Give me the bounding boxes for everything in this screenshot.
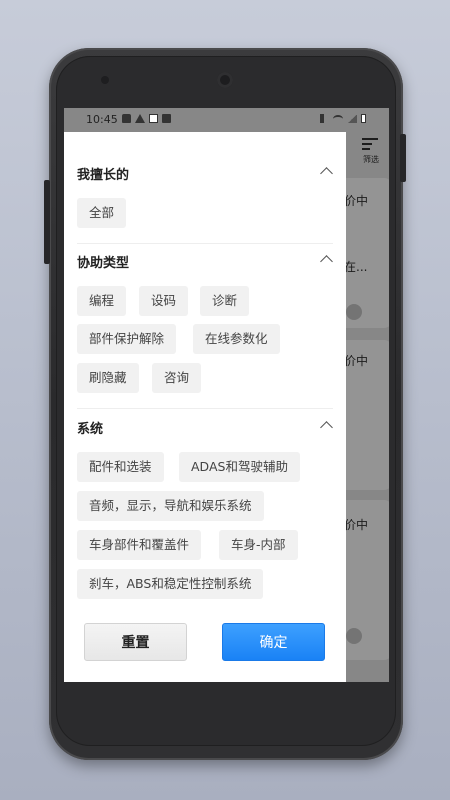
- filter-tag[interactable]: 诊断: [200, 286, 250, 316]
- section-title: 系统: [77, 422, 104, 437]
- filter-tag[interactable]: 车身部件和覆盖件: [77, 530, 202, 560]
- wifi-icon: [333, 114, 343, 123]
- divider: [77, 408, 333, 409]
- filter-tag[interactable]: 配件和选装: [77, 452, 164, 482]
- document-icon: [162, 114, 171, 123]
- section-system: 系统: [77, 416, 333, 440]
- warning-icon: [135, 114, 145, 123]
- signal-icon: [347, 114, 357, 123]
- chevron-up-icon[interactable]: [320, 255, 333, 268]
- section-title: 我擅长的: [77, 168, 130, 183]
- filter-tag[interactable]: 咨询: [152, 363, 202, 393]
- filter-tag[interactable]: 部件保护解除: [77, 324, 177, 354]
- filter-tag[interactable]: 设码: [139, 286, 189, 316]
- filter-tag[interactable]: 刷隐藏: [77, 363, 139, 393]
- chevron-up-icon[interactable]: [320, 167, 333, 180]
- filter-tag[interactable]: 音频，显示，导航和娱乐系统: [77, 491, 264, 521]
- divider: [77, 243, 333, 244]
- volume-button: [44, 180, 50, 264]
- filter-tag[interactable]: 在线参数化: [193, 324, 280, 354]
- chevron-up-icon[interactable]: [320, 421, 333, 434]
- front-camera: [101, 76, 109, 84]
- battery-icon: [361, 114, 366, 123]
- image-icon: [149, 114, 158, 123]
- section-title: 协助类型: [77, 256, 130, 271]
- power-button: [400, 134, 406, 182]
- phone-screen: 筛选 价中 在... 价中 价中 10:45 我擅长的 全部 协助类型 编程 设…: [64, 108, 389, 682]
- status-time: 10:45: [86, 113, 118, 126]
- earpiece-speaker: [217, 72, 233, 88]
- reset-button[interactable]: 重置: [84, 623, 187, 661]
- section-header[interactable]: 我擅长的: [77, 162, 333, 186]
- filter-panel: 我擅长的 全部 协助类型 编程 设码 诊断 部件保护解除 在线参数化 刷隐藏 咨…: [64, 132, 346, 682]
- status-bar: 10:45: [64, 108, 389, 132]
- confirm-button[interactable]: 确定: [222, 623, 325, 661]
- bag-icon: [122, 114, 131, 123]
- filter-tag[interactable]: 车身-内部: [219, 530, 298, 560]
- filter-tag[interactable]: ADAS和驾驶辅助: [179, 452, 300, 482]
- filter-tag[interactable]: 刹车，ABS和稳定性控制系统: [77, 569, 264, 599]
- mute-icon: [320, 114, 329, 123]
- section-expertise: 我擅长的: [77, 162, 333, 186]
- section-header[interactable]: 协助类型: [77, 250, 333, 274]
- filter-tag[interactable]: 编程: [77, 286, 127, 316]
- section-header[interactable]: 系统: [77, 416, 333, 440]
- filter-tag[interactable]: 全部: [77, 198, 127, 228]
- section-assist-type: 协助类型: [77, 250, 333, 274]
